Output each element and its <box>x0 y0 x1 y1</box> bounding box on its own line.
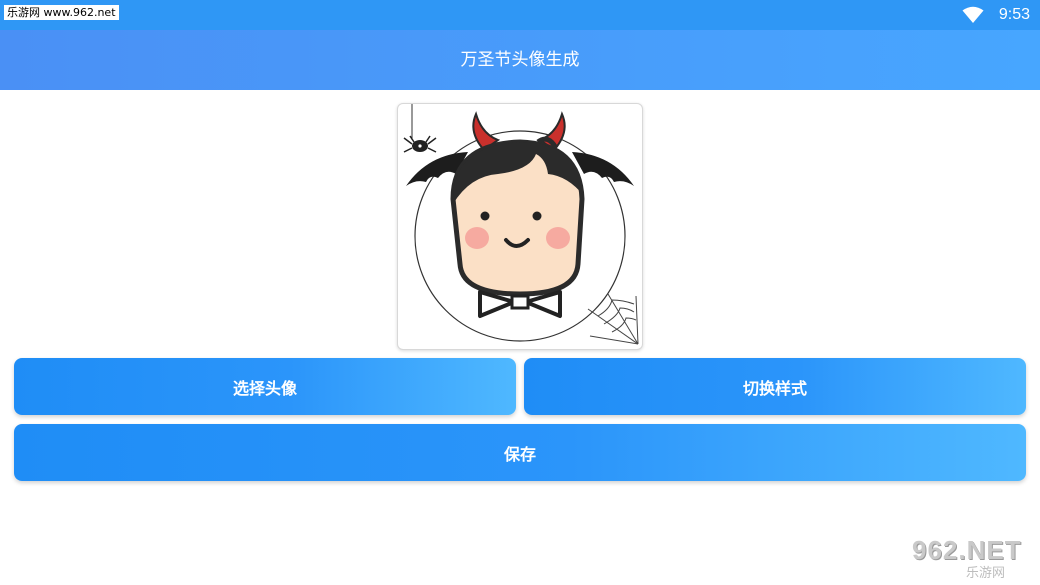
save-button[interactable]: 保存 <box>14 424 1026 481</box>
halloween-avatar-image <box>403 104 639 345</box>
avatar-preview <box>397 103 643 350</box>
wifi-icon <box>962 6 984 23</box>
watermark-label: 乐游网 www.962.net <box>4 5 119 20</box>
page-title: 万圣节头像生成 <box>460 50 580 70</box>
watermark-text: 乐游网 <box>966 566 1006 581</box>
spider-icon <box>403 135 437 153</box>
select-avatar-button[interactable]: 选择头像 <box>14 358 516 415</box>
clock: 9:53 <box>998 6 1030 23</box>
status-bar: 乐游网 www.962.net 9:53 <box>0 0 1040 30</box>
app-bar: 万圣节头像生成 <box>0 30 1040 90</box>
bottom-watermark: 962.NET 乐游网 <box>904 535 1032 581</box>
switch-style-button[interactable]: 切换样式 <box>524 358 1026 415</box>
